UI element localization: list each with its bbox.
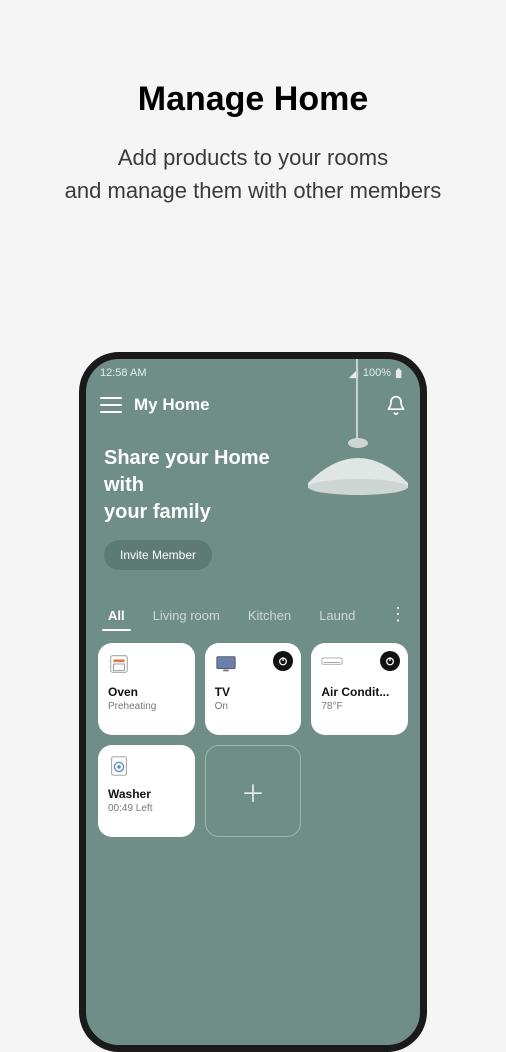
tab-laundry[interactable]: Laund <box>307 602 367 633</box>
tv-icon <box>215 653 237 675</box>
status-battery-text: 100% <box>363 367 391 379</box>
status-right: 100% <box>348 367 406 379</box>
device-name: TV <box>215 685 292 699</box>
promo-sub-line1: Add products to your rooms <box>118 145 388 170</box>
promo-sub-line2: and manage them with other members <box>65 178 442 203</box>
ac-icon <box>321 653 343 675</box>
tab-kitchen[interactable]: Kitchen <box>236 602 303 633</box>
device-card-oven[interactable]: Oven Preheating <box>98 643 195 735</box>
status-time: 12:58 AM <box>100 367 146 379</box>
device-status: 78°F <box>321 701 398 712</box>
notifications-icon[interactable] <box>386 395 406 415</box>
home-title[interactable]: My Home <box>134 395 374 415</box>
oven-icon <box>108 653 130 675</box>
device-status: Preheating <box>108 701 185 712</box>
app-header: My Home <box>86 381 420 423</box>
hero-line2: your family <box>104 501 211 523</box>
status-bar: 12:58 AM 100% <box>86 359 420 381</box>
tabs-more-icon[interactable]: ⋮ <box>386 604 410 631</box>
power-button[interactable] <box>273 651 293 671</box>
menu-icon[interactable] <box>100 397 122 413</box>
invite-member-button[interactable]: Invite Member <box>104 540 212 570</box>
hero-section: Share your Home with your family Invite … <box>86 423 420 580</box>
device-name: Air Condit... <box>321 685 398 699</box>
device-name: Washer <box>108 787 185 801</box>
washer-icon <box>108 755 130 777</box>
device-grid: Oven Preheating TV On <box>86 633 420 847</box>
device-status: 00:49 Left <box>108 803 185 814</box>
device-name: Oven <box>108 685 185 699</box>
power-button[interactable] <box>380 651 400 671</box>
promo-title: Manage Home <box>0 80 506 119</box>
device-status: On <box>215 701 292 712</box>
promo-subtitle: Add products to your rooms and manage th… <box>0 141 506 207</box>
battery-icon <box>395 368 406 379</box>
phone-screen: 12:58 AM 100% My Home <box>86 359 420 1045</box>
tab-all[interactable]: All <box>96 602 137 633</box>
plus-icon: ＋ <box>241 774 265 809</box>
phone-frame: 12:58 AM 100% My Home <box>79 352 427 1052</box>
add-device-button[interactable]: ＋ <box>205 745 302 837</box>
hero-line1: Share your Home with <box>104 447 270 496</box>
room-tabs: All Living room Kitchen Laund ⋮ <box>86 580 420 633</box>
signal-icon <box>348 368 359 379</box>
device-card-washer[interactable]: Washer 00:49 Left <box>98 745 195 837</box>
tab-living-room[interactable]: Living room <box>141 602 232 633</box>
hero-title: Share your Home with your family <box>104 445 314 526</box>
device-card-tv[interactable]: TV On <box>205 643 302 735</box>
device-card-ac[interactable]: Air Condit... 78°F <box>311 643 408 735</box>
